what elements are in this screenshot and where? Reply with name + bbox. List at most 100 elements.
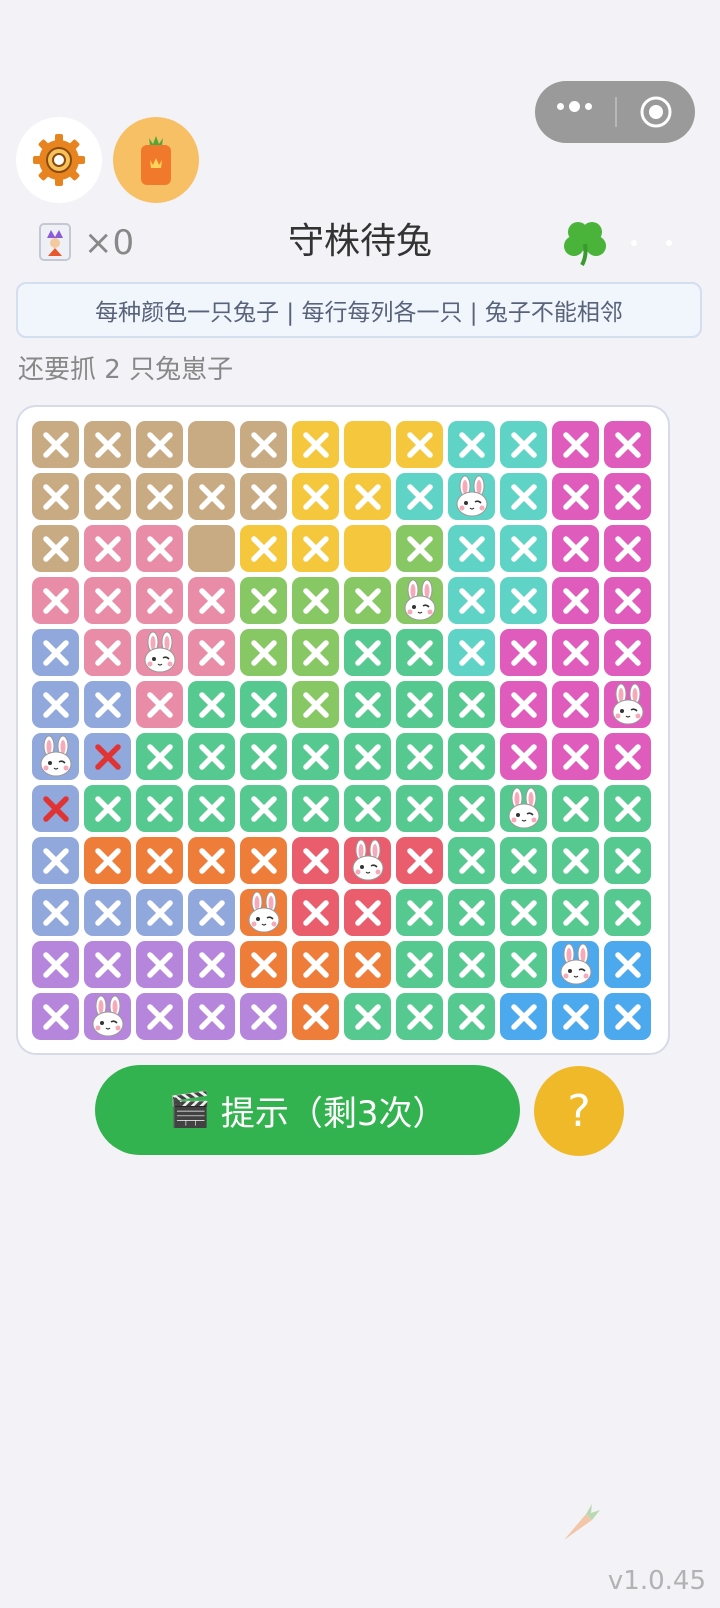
board-cell-marked[interactable]	[188, 941, 235, 988]
board-cell-marked[interactable]	[448, 785, 495, 832]
board-cell-marked[interactable]	[396, 421, 443, 468]
board-cell-marked[interactable]	[604, 421, 651, 468]
board-cell-marked[interactable]	[344, 785, 391, 832]
board-cell-marked[interactable]	[448, 941, 495, 988]
board-cell-marked[interactable]	[500, 421, 547, 468]
board-cell-marked[interactable]	[344, 473, 391, 520]
board-cell-marked[interactable]	[448, 993, 495, 1040]
board-cell-marked[interactable]	[240, 837, 287, 884]
close-miniprogram-icon[interactable]	[639, 95, 673, 129]
board-cell-marked[interactable]	[32, 577, 79, 624]
board-cell-marked[interactable]	[240, 681, 287, 728]
board-cell-empty[interactable]	[344, 525, 391, 572]
board-cell-marked[interactable]	[500, 473, 547, 520]
board-cell-marked[interactable]	[344, 577, 391, 624]
board-cell-marked[interactable]	[32, 993, 79, 1040]
board-cell-marked[interactable]	[32, 629, 79, 676]
board-cell-marked[interactable]	[448, 577, 495, 624]
board-cell-marked[interactable]	[240, 941, 287, 988]
board-cell-marked[interactable]	[136, 681, 183, 728]
board-cell-marked[interactable]	[604, 733, 651, 780]
board-cell-marked[interactable]	[84, 785, 131, 832]
board-cell-marked[interactable]	[292, 941, 339, 988]
board-cell-marked[interactable]	[500, 577, 547, 624]
board-cell-marked[interactable]	[292, 993, 339, 1040]
board-cell-marked[interactable]	[396, 733, 443, 780]
board-cell-marked[interactable]	[500, 681, 547, 728]
board-cell-marked[interactable]	[604, 941, 651, 988]
board-cell-marked[interactable]	[604, 889, 651, 936]
board-cell-marked[interactable]	[604, 993, 651, 1040]
board-cell-marked[interactable]	[292, 629, 339, 676]
board-cell-marked[interactable]	[344, 993, 391, 1040]
board-cell-marked[interactable]	[500, 525, 547, 572]
board-cell-marked[interactable]	[32, 837, 79, 884]
settings-button[interactable]	[16, 117, 102, 203]
board-cell-marked[interactable]	[396, 993, 443, 1040]
board-cell-marked[interactable]	[240, 785, 287, 832]
board-cell-rabbit[interactable]	[240, 889, 287, 936]
board-cell-marked[interactable]	[448, 525, 495, 572]
board-cell-rabbit[interactable]	[604, 681, 651, 728]
board-cell-marked[interactable]	[84, 837, 131, 884]
board-cell-marked[interactable]	[344, 629, 391, 676]
board-cell-marked[interactable]	[32, 525, 79, 572]
board-cell-marked[interactable]	[188, 889, 235, 936]
board-cell-marked[interactable]	[84, 889, 131, 936]
board-cell-marked[interactable]	[240, 733, 287, 780]
shop-button[interactable]	[113, 117, 199, 203]
board-cell-marked[interactable]	[240, 629, 287, 676]
board-cell-marked[interactable]	[500, 733, 547, 780]
board-cell-marked[interactable]	[32, 421, 79, 468]
board-cell-marked[interactable]	[240, 993, 287, 1040]
board-cell-marked[interactable]	[604, 837, 651, 884]
board-cell-empty[interactable]	[188, 421, 235, 468]
board-cell-marked[interactable]	[552, 785, 599, 832]
board-cell-marked[interactable]	[604, 577, 651, 624]
board-cell-marked[interactable]	[396, 837, 443, 884]
board-cell-marked[interactable]	[552, 629, 599, 676]
board-cell-marked[interactable]	[136, 421, 183, 468]
board-cell-marked[interactable]	[500, 837, 547, 884]
board-cell-marked[interactable]	[448, 733, 495, 780]
board-cell-marked[interactable]	[604, 785, 651, 832]
board-cell-marked[interactable]	[292, 525, 339, 572]
help-button[interactable]: ?	[534, 1066, 624, 1156]
board-cell-marked[interactable]	[396, 889, 443, 936]
board-cell-marked[interactable]	[84, 577, 131, 624]
board-cell-marked[interactable]	[292, 837, 339, 884]
board-cell-marked[interactable]	[240, 525, 287, 572]
board-cell-marked[interactable]	[448, 889, 495, 936]
board-cell-marked[interactable]	[552, 473, 599, 520]
board-cell-marked[interactable]	[344, 941, 391, 988]
board-cell-marked[interactable]	[136, 993, 183, 1040]
board-cell-error[interactable]	[32, 785, 79, 832]
board-cell-marked[interactable]	[396, 629, 443, 676]
board-cell-marked[interactable]	[344, 733, 391, 780]
board-cell-marked[interactable]	[396, 525, 443, 572]
board-cell-marked[interactable]	[448, 421, 495, 468]
board-cell-rabbit[interactable]	[344, 837, 391, 884]
board-cell-rabbit[interactable]	[448, 473, 495, 520]
board-cell-marked[interactable]	[84, 681, 131, 728]
board-cell-empty[interactable]	[188, 525, 235, 572]
board-cell-marked[interactable]	[136, 837, 183, 884]
board-cell-marked[interactable]	[396, 473, 443, 520]
board-cell-marked[interactable]	[552, 733, 599, 780]
board-cell-marked[interactable]	[84, 941, 131, 988]
board-cell-marked[interactable]	[188, 473, 235, 520]
board-cell-marked[interactable]	[292, 473, 339, 520]
board-cell-marked[interactable]	[188, 837, 235, 884]
board-cell-marked[interactable]	[136, 941, 183, 988]
board-cell-marked[interactable]	[292, 785, 339, 832]
board-cell-marked[interactable]	[136, 733, 183, 780]
board-cell-marked[interactable]	[32, 681, 79, 728]
board-cell-marked[interactable]	[240, 577, 287, 624]
board-cell-rabbit[interactable]	[396, 577, 443, 624]
more-menu-icon[interactable]	[557, 101, 592, 112]
board-cell-marked[interactable]	[188, 577, 235, 624]
board-cell-marked[interactable]	[84, 421, 131, 468]
board-cell-marked[interactable]	[32, 941, 79, 988]
board-cell-marked[interactable]	[344, 889, 391, 936]
board-cell-rabbit[interactable]	[136, 629, 183, 676]
